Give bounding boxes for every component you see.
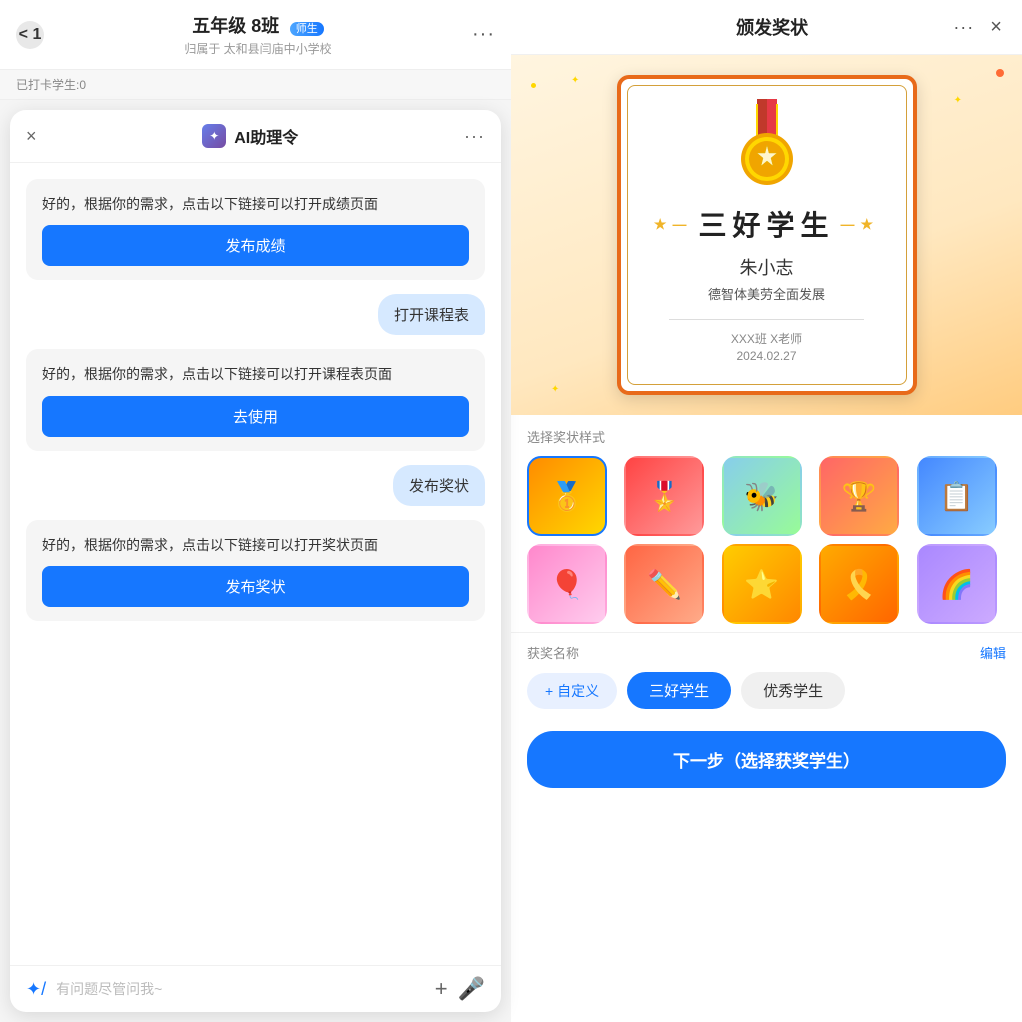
award-tag-sanhao[interactable]: 三好学生	[627, 672, 731, 709]
magic-icon: ✦/	[26, 979, 46, 1000]
cert-recipient-name: 朱小志	[740, 254, 794, 280]
award-tags: + 自定义 三好学生 优秀学生	[527, 672, 1006, 709]
star-deco-1: ✦	[571, 75, 579, 86]
style-selector-label: 选择奖状样式	[527, 427, 1006, 446]
ai-message-3: 好的，根据你的需求，点击以下链接可以打开奖状页面 发布奖状	[26, 520, 485, 621]
class-title: 五年级 8班	[192, 16, 279, 36]
class-title-wrap: 五年级 8班 师生 归属于 太和县闫庙中小学校	[184, 12, 331, 57]
class-more-icon[interactable]: ···	[472, 23, 495, 46]
cert-class-info: XXX班 X老师	[731, 330, 802, 347]
user-message-1: 打开课程表	[378, 294, 485, 335]
award-header-right: ··· ×	[953, 16, 1002, 39]
class-header: < 1 五年级 8班 师生 归属于 太和县闫庙中小学校 ···	[0, 0, 511, 70]
award-name-section: 获奖名称 编辑 + 自定义 三好学生 优秀学生	[511, 632, 1022, 717]
style-item-gold[interactable]: 🎗️	[819, 544, 899, 624]
award-custom-tag[interactable]: + 自定义	[527, 673, 617, 709]
next-step-button[interactable]: 下一步（选择获奖学生）	[527, 731, 1006, 788]
cert-title: ★— 三好学生 —★	[654, 204, 879, 244]
ai-message-1: 好的，根据你的需求，点击以下链接可以打开成绩页面 发布成绩	[26, 179, 485, 280]
style-grid: 🥇 🎖️ 🐝 🏆 📋 🎈 ✏️ ⭐ 🎗️ 🌈	[527, 456, 1006, 624]
style-item-simple[interactable]: 📋	[917, 456, 997, 536]
award-more-icon[interactable]: ···	[953, 17, 974, 38]
cert-date: 2024.02.27	[736, 349, 796, 363]
award-tag-youxiu[interactable]: 优秀学生	[741, 672, 845, 709]
style-item-stars[interactable]: ⭐	[722, 544, 802, 624]
award-edit-button[interactable]: 编辑	[980, 643, 1006, 662]
mic-icon[interactable]: 🎤	[458, 976, 485, 1002]
left-panel: < 1 五年级 8班 师生 归属于 太和县闫庙中小学校 ··· 已打卡学生:0 …	[0, 0, 511, 1022]
ai-logo-icon: ✦	[202, 124, 226, 148]
ai-header: × ✦ AI助理令 ···	[10, 110, 501, 163]
ai-content: 好的，根据你的需求，点击以下链接可以打开成绩页面 发布成绩 打开课程表 好的，根…	[10, 163, 501, 965]
star-deco-2: ✦	[954, 95, 962, 106]
ai-more-icon[interactable]: ···	[464, 126, 485, 147]
medal-icon	[722, 99, 812, 194]
cert-description: 德智体美劳全面发展	[708, 284, 825, 303]
ai-title: AI助理令	[234, 124, 298, 148]
right-panel: 颁发奖状 ··· × ✦ ✦ ✦	[511, 0, 1022, 1022]
style-item-pencil[interactable]: ✏️	[624, 544, 704, 624]
go-use-button[interactable]: 去使用	[42, 396, 469, 437]
user-message-2: 发布奖状	[393, 465, 485, 506]
publish-award-button[interactable]: 发布奖状	[42, 566, 469, 607]
style-item-bee[interactable]: 🐝	[722, 456, 802, 536]
ai-title-wrap: ✦ AI助理令	[202, 124, 298, 148]
ai-message-2: 好的，根据你的需求，点击以下链接可以打开课程表页面 去使用	[26, 349, 485, 450]
style-item-rainbow[interactable]: 🌈	[917, 544, 997, 624]
cert-divider	[669, 319, 864, 320]
ai-input-placeholder[interactable]: 有问题尽管问我~	[56, 979, 425, 999]
class-badge: 师生	[290, 22, 324, 36]
award-name-label: 获奖名称	[527, 643, 579, 662]
style-item-trophy[interactable]: 🏆	[819, 456, 899, 536]
cert-title-deco-left: ★—	[654, 216, 693, 233]
plus-icon[interactable]: +	[435, 976, 448, 1002]
cert-title-deco-right: —★	[841, 216, 880, 233]
ai-panel: × ✦ AI助理令 ··· 好的，根据你的需求，点击以下链接可以打开成绩页面 发…	[10, 110, 501, 1012]
class-info-row: 已打卡学生:0	[0, 70, 511, 100]
award-name-header: 获奖名称 编辑	[527, 643, 1006, 662]
award-panel-title: 颁发奖状	[736, 14, 808, 40]
star-deco-3: ✦	[551, 384, 559, 395]
style-selector-section: 选择奖状样式 🥇 🎖️ 🐝 🏆 📋 🎈 ✏️ ⭐ 🎗️ 🌈	[511, 415, 1022, 632]
style-item-frame[interactable]: 🎖️	[624, 456, 704, 536]
style-item-balloon[interactable]: 🎈	[527, 544, 607, 624]
award-close-button[interactable]: ×	[990, 16, 1002, 39]
certificate-preview: ✦ ✦ ✦	[511, 55, 1022, 415]
class-subtitle: 归属于 太和县闫庙中小学校	[184, 40, 331, 57]
ai-footer: ✦/ 有问题尽管问我~ + 🎤	[10, 965, 501, 1012]
back-button[interactable]: < 1	[16, 21, 44, 49]
style-item-medal[interactable]: 🥇	[527, 456, 607, 536]
ai-close-button[interactable]: ×	[26, 126, 37, 147]
publish-score-button[interactable]: 发布成绩	[42, 225, 469, 266]
certificate-card: ★— 三好学生 —★ 朱小志 德智体美劳全面发展 XXX班 X老师 2024.0…	[617, 75, 917, 395]
award-header: 颁发奖状 ··· ×	[511, 0, 1022, 55]
